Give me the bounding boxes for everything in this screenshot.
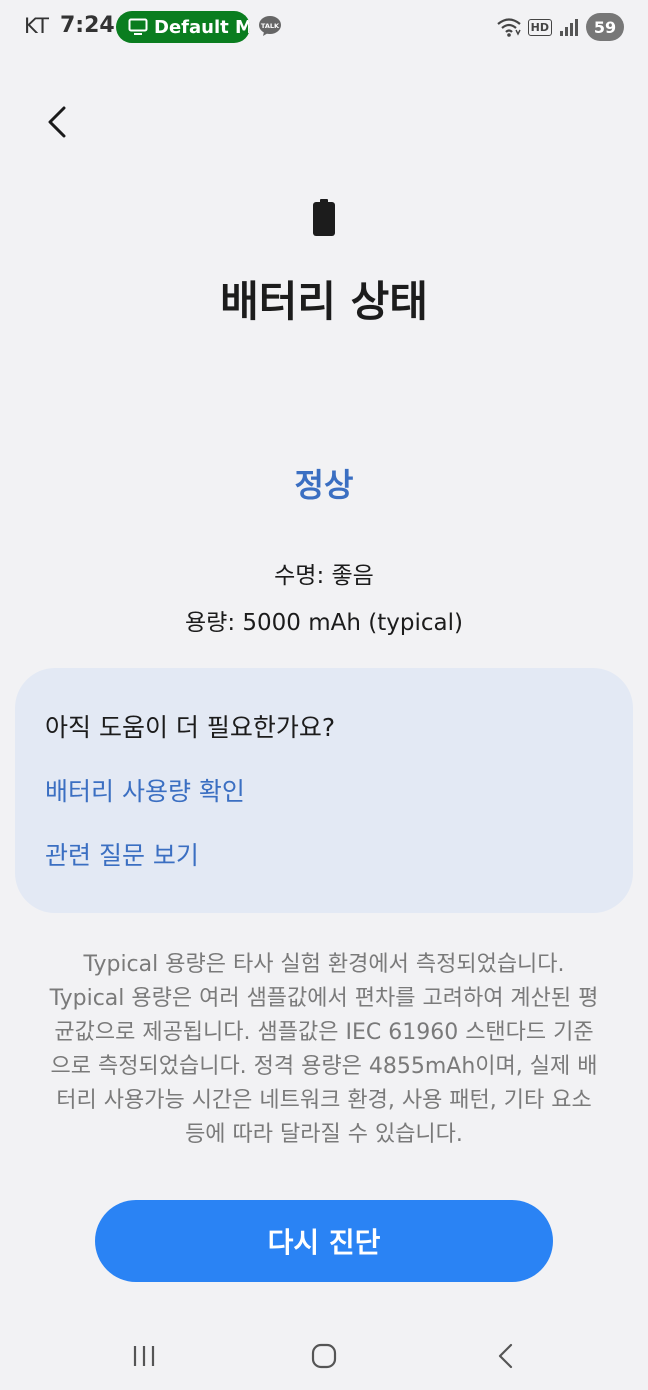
- help-card-title: 아직 도움이 더 필요한가요?: [45, 713, 336, 742]
- nav-back-icon: [498, 1343, 513, 1369]
- navigation-bar: [0, 1320, 648, 1390]
- notification-pill[interactable]: Default M: [116, 11, 250, 43]
- battery-icon: [313, 199, 335, 236]
- notification-pill-label: Default M: [154, 16, 250, 38]
- back-button[interactable]: [38, 100, 78, 144]
- recent-apps-icon: [133, 1346, 155, 1366]
- status-bar: KT 7:24 Default M TALK HD 59: [0, 0, 648, 56]
- nav-back-button[interactable]: [486, 1340, 526, 1372]
- help-card: 아직 도움이 더 필요한가요? 배터리 사용량 확인 관련 질문 보기: [15, 668, 633, 913]
- wifi-icon: [496, 18, 521, 37]
- battery-life-text: 수명: 좋음: [274, 563, 374, 589]
- home-icon: [311, 1343, 337, 1369]
- battery-capacity-text: 용량: 5000 mAh (typical): [185, 610, 463, 636]
- battery-usage-link[interactable]: 배터리 사용량 확인: [45, 772, 245, 808]
- home-button[interactable]: [304, 1340, 344, 1372]
- capacity-disclaimer: Typical 용량은 타사 실험 환경에서 측정되었습니다. Typical …: [49, 952, 599, 1147]
- battery-level-badge: 59: [586, 13, 624, 41]
- back-arrow-icon: [48, 106, 66, 138]
- carrier-label: KT: [24, 14, 49, 38]
- signal-icon: [560, 19, 578, 36]
- talk-icon-text: TALK: [261, 22, 280, 30]
- related-questions-link[interactable]: 관련 질문 보기: [45, 836, 199, 872]
- status-right-group: HD 59: [496, 13, 624, 41]
- rediagnose-button[interactable]: 다시 진단: [95, 1200, 553, 1282]
- monitor-icon: [128, 18, 148, 35]
- kakaotalk-icon: TALK: [259, 16, 281, 36]
- status-time: 7:24: [60, 13, 115, 38]
- recent-apps-button[interactable]: [124, 1340, 164, 1372]
- battery-status-value: 정상: [294, 466, 354, 504]
- hd-badge: HD: [527, 18, 552, 36]
- page-title: 배터리 상태: [220, 277, 428, 326]
